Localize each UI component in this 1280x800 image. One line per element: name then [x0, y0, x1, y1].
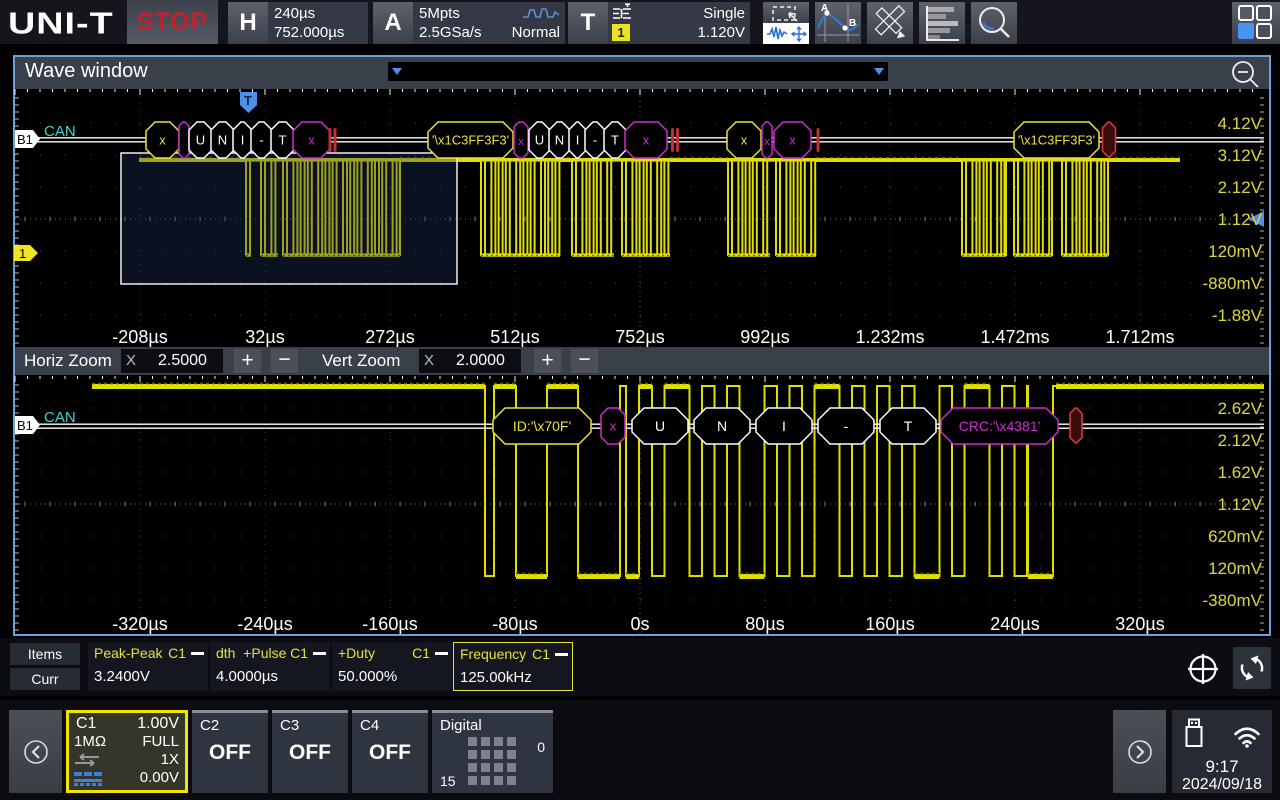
- svg-text:1.12V: 1.12V: [1218, 495, 1263, 514]
- svg-text:N: N: [717, 418, 727, 434]
- svg-text:2.12V: 2.12V: [1218, 431, 1263, 450]
- svg-text:B1: B1: [17, 418, 33, 433]
- svg-text:ID:'\x70F': ID:'\x70F': [513, 418, 571, 434]
- svg-text:-80µs: -80µs: [492, 614, 537, 634]
- svg-text:U: U: [655, 418, 665, 434]
- svg-text:2.62V: 2.62V: [1218, 399, 1263, 418]
- svg-text:-: -: [844, 418, 849, 434]
- svg-text:T: T: [904, 418, 913, 434]
- svg-text:I: I: [782, 418, 786, 434]
- svg-text:240µs: 240µs: [990, 614, 1039, 634]
- svg-text:160µs: 160µs: [865, 614, 914, 634]
- svg-text:320µs: 320µs: [1115, 614, 1164, 634]
- svg-text:1.62V: 1.62V: [1218, 463, 1263, 482]
- svg-text:80µs: 80µs: [745, 614, 784, 634]
- svg-text:-240µs: -240µs: [237, 614, 292, 634]
- svg-text:x: x: [610, 419, 617, 434]
- svg-text:620mV: 620mV: [1208, 527, 1263, 546]
- svg-text:120mV: 120mV: [1208, 559, 1263, 578]
- svg-text:CRC:'\x4381': CRC:'\x4381': [959, 418, 1041, 434]
- svg-text:-320µs: -320µs: [112, 614, 167, 634]
- svg-text:CAN: CAN: [44, 409, 76, 426]
- svg-text:-160µs: -160µs: [362, 614, 417, 634]
- svg-text:0s: 0s: [630, 614, 649, 634]
- svg-text:-380mV: -380mV: [1202, 591, 1262, 610]
